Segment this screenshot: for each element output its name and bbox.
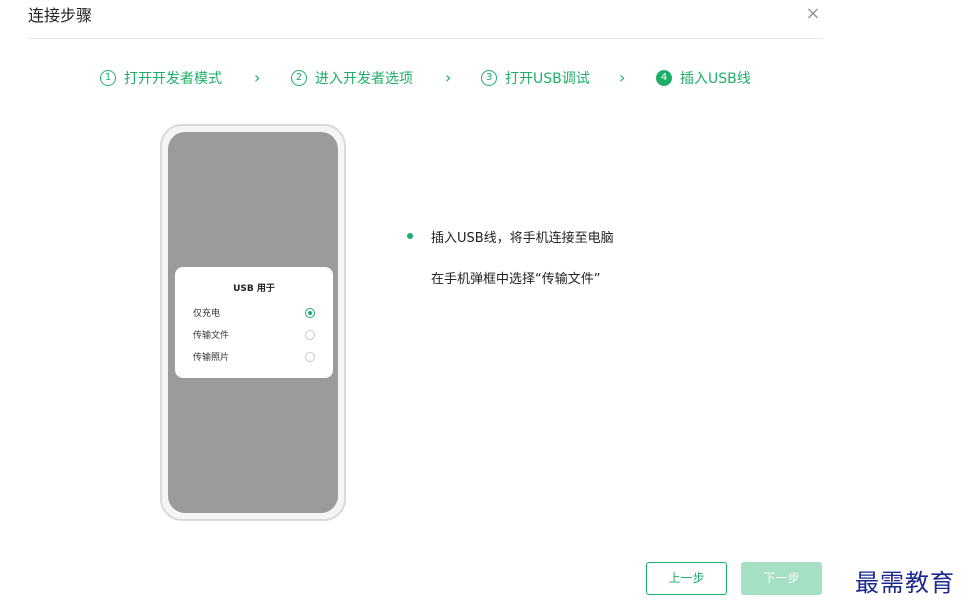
step-number-icon: 4 xyxy=(656,70,672,86)
usb-option-transfer-files[interactable]: 传输文件 xyxy=(193,328,315,342)
dialog-title: 连接步骤 xyxy=(28,6,93,25)
previous-step-button[interactable]: 上一步 xyxy=(646,562,727,595)
header-divider xyxy=(28,38,823,39)
usb-option-label: 传输照片 xyxy=(193,353,230,363)
watermark-logo: 最需教育 xyxy=(855,569,955,597)
connection-steps-dialog: 连接步骤 × 1 打开开发者模式 › 2 进入开发者选项 › 3 打开USB调试… xyxy=(0,0,979,611)
step-number-icon: 1 xyxy=(100,70,116,86)
chevron-right-icon: › xyxy=(619,68,626,87)
step-1[interactable]: 1 打开开发者模式 xyxy=(100,67,222,89)
radio-icon[interactable] xyxy=(305,352,315,362)
close-icon[interactable]: × xyxy=(803,4,823,24)
step-label: 插入USB线 xyxy=(680,71,751,87)
usb-dialog-title: USB 用于 xyxy=(233,284,275,294)
usb-option-charge-only[interactable]: 仅充电 xyxy=(193,306,315,320)
step-3[interactable]: 3 打开USB调试 xyxy=(481,67,590,89)
bullet-dot-icon xyxy=(407,233,413,239)
step-4[interactable]: 4 插入USB线 xyxy=(656,67,751,89)
step-label: 打开USB调试 xyxy=(505,71,590,87)
chevron-right-icon: › xyxy=(445,68,452,87)
instruction-line-1: 插入USB线，将手机连接至电脑 xyxy=(431,231,614,246)
usb-option-label: 传输文件 xyxy=(193,331,230,341)
usb-mode-dialog: USB 用于 仅充电 传输文件 传输照片 xyxy=(175,267,333,378)
radio-selected-icon[interactable] xyxy=(305,308,315,318)
step-2[interactable]: 2 进入开发者选项 xyxy=(291,67,413,89)
chevron-right-icon: › xyxy=(254,68,261,87)
step-label: 打开开发者模式 xyxy=(124,71,222,87)
radio-icon[interactable] xyxy=(305,330,315,340)
step-number-icon: 2 xyxy=(291,70,307,86)
stepper: 1 打开开发者模式 › 2 进入开发者选项 › 3 打开USB调试 › 4 插入… xyxy=(0,67,979,89)
step-number-icon: 3 xyxy=(481,70,497,86)
next-step-button[interactable]: 下一步 xyxy=(741,562,822,595)
step-label: 进入开发者选项 xyxy=(315,71,413,87)
usb-option-transfer-photos[interactable]: 传输照片 xyxy=(193,350,315,364)
usb-option-label: 仅充电 xyxy=(193,309,221,319)
instruction-line-2: 在手机弹框中选择“传输文件” xyxy=(431,272,601,287)
